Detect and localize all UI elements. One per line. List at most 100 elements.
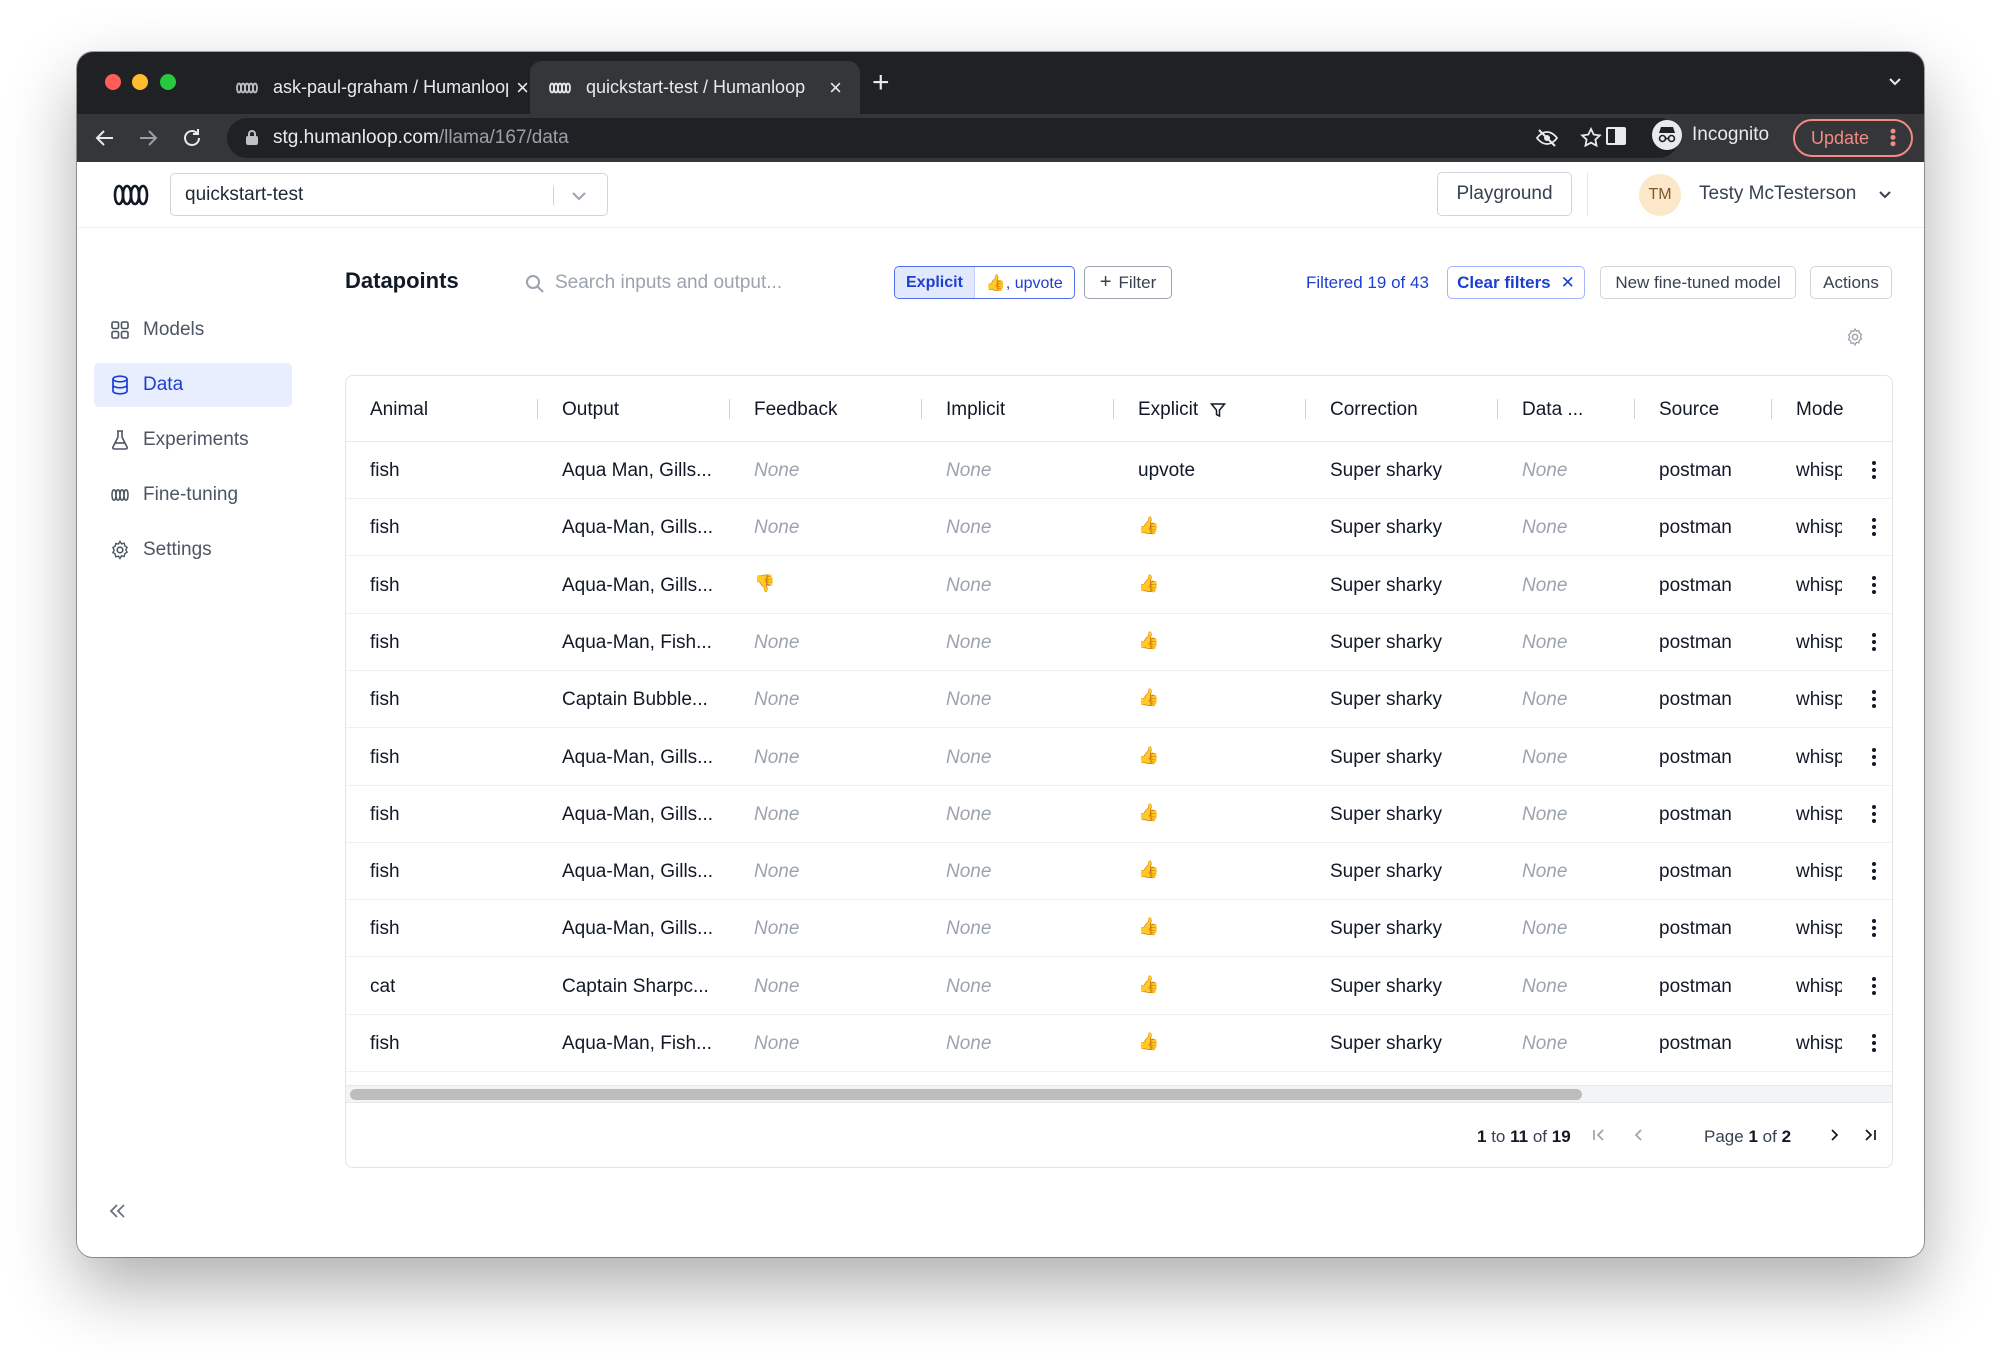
filter-funnel-icon[interactable]: [1210, 402, 1227, 418]
cell-animal: fish: [370, 574, 400, 596]
plus-icon: +: [1099, 271, 1112, 293]
previous-page-icon[interactable]: [1627, 1123, 1651, 1147]
chevron-down-icon[interactable]: [1877, 186, 1893, 207]
active-filter-chip[interactable]: Explicit 👍, upvote: [894, 266, 1075, 299]
add-filter-button[interactable]: + Filter: [1084, 266, 1172, 299]
column-resize-handle[interactable]: [1305, 399, 1306, 419]
close-tab-icon[interactable]: ×: [516, 76, 529, 99]
column-resize-handle[interactable]: [1634, 399, 1635, 419]
avatar[interactable]: TM: [1639, 174, 1681, 216]
address-bar[interactable]: stg.humanloop.com/llama/167/data: [227, 118, 1679, 158]
filter-chip-key: Explicit: [895, 267, 975, 298]
table-row[interactable]: fish Aqua-Man, Gills... None None 👍 Super sha…: [346, 729, 1892, 786]
collapse-sidebar-icon[interactable]: [105, 1199, 129, 1228]
sidebar-item-settings[interactable]: Settings: [94, 528, 292, 572]
cell-source: postman: [1659, 918, 1732, 940]
cell-implicit: None: [946, 574, 992, 596]
row-more-vertical-icon[interactable]: [1867, 916, 1881, 940]
first-page-icon[interactable]: [1587, 1123, 1611, 1147]
row-more-vertical-icon[interactable]: [1867, 745, 1881, 769]
back-arrow-icon[interactable]: [91, 124, 119, 152]
cell-explicit: 👍: [1138, 573, 1160, 593]
maximize-window-button[interactable]: [160, 74, 176, 90]
column-resize-handle[interactable]: [921, 399, 922, 419]
reload-icon[interactable]: [178, 124, 206, 152]
column-header-output[interactable]: Output: [562, 399, 619, 421]
close-icon: ✕: [1560, 272, 1575, 292]
column-header-animal[interactable]: Animal: [370, 399, 428, 421]
horizontal-scrollbar[interactable]: [346, 1085, 1892, 1103]
new-fine-tuned-model-button[interactable]: New fine-tuned model: [1600, 266, 1796, 299]
cell-animal: fish: [370, 803, 400, 825]
row-more-vertical-icon[interactable]: [1867, 1031, 1881, 1055]
humanloop-logo-icon[interactable]: [112, 179, 150, 216]
column-header-source[interactable]: Source: [1659, 399, 1719, 421]
playground-button[interactable]: Playground: [1437, 172, 1572, 216]
table-settings-gear-icon[interactable]: [1845, 327, 1865, 352]
column-header-data[interactable]: Data ...: [1522, 399, 1583, 421]
cell-output: Aqua-Man, Fish...: [562, 631, 712, 653]
last-page-icon[interactable]: [1858, 1123, 1882, 1147]
column-header-correction[interactable]: Correction: [1330, 399, 1418, 421]
table-row[interactable]: fish Aqua Man, Gills... None None upvote Supe…: [346, 442, 1892, 499]
cell-source: postman: [1659, 861, 1732, 883]
sidebar-item-experiments[interactable]: Experiments: [94, 418, 292, 462]
row-more-vertical-icon[interactable]: [1867, 802, 1881, 826]
sidebar-item-models[interactable]: Models: [94, 308, 292, 352]
cell-data: None: [1522, 689, 1568, 711]
scrollbar-thumb[interactable]: [350, 1089, 1582, 1100]
clear-filters-button[interactable]: Clear filters ✕: [1447, 266, 1585, 299]
chevron-down-icon[interactable]: [569, 186, 589, 211]
column-header-feedback[interactable]: Feedback: [754, 399, 837, 421]
row-more-vertical-icon[interactable]: [1867, 515, 1881, 539]
tab-search-chevron-icon[interactable]: [1886, 72, 1904, 95]
close-window-button[interactable]: [105, 74, 121, 90]
table-row[interactable]: fish Aqua-Man, Gills... None None 👍 Super sha…: [346, 900, 1892, 958]
column-header-explicit[interactable]: Explicit: [1138, 399, 1227, 421]
minimize-window-button[interactable]: [132, 74, 148, 90]
row-more-vertical-icon[interactable]: [1867, 687, 1881, 711]
browser-tab-ask-paul-graham[interactable]: ask-paul-graham / Humanloop ×: [217, 61, 547, 114]
column-resize-handle[interactable]: [1113, 399, 1114, 419]
next-page-icon[interactable]: [1822, 1123, 1846, 1147]
update-button[interactable]: Update •••: [1793, 119, 1913, 157]
browser-tab-quickstart-test[interactable]: quickstart-test / Humanloop ×: [530, 61, 860, 114]
actions-button[interactable]: Actions: [1810, 266, 1892, 299]
new-tab-icon[interactable]: +: [872, 68, 890, 98]
sidebar-item-data[interactable]: Data: [94, 363, 292, 407]
close-tab-icon[interactable]: ×: [829, 76, 842, 99]
clear-filters-label: Clear filters: [1457, 272, 1551, 292]
cell-correction: Super sharky: [1330, 1033, 1442, 1054]
eye-off-icon[interactable]: [1535, 126, 1559, 155]
table-row[interactable]: fish Aqua-Man, Gills... None None 👍 Super sha…: [346, 786, 1892, 843]
sidebar-item-fine-tuning[interactable]: Fine-tuning: [94, 473, 292, 517]
forward-arrow-icon[interactable]: [134, 124, 162, 152]
table-row[interactable]: fish Aqua-Man, Gills... None None 👍 Super sha…: [346, 843, 1892, 901]
column-header-implicit[interactable]: Implicit: [946, 399, 1005, 421]
table-row[interactable]: fish Aqua-Man, Fish... None None 👍 Super shar…: [346, 614, 1892, 671]
row-more-vertical-icon[interactable]: [1867, 974, 1881, 998]
column-resize-handle[interactable]: [1771, 399, 1772, 419]
table-row[interactable]: fish Aqua-Man, Gills... None None 👍 Super sha…: [346, 499, 1892, 557]
table-row[interactable]: fish Captain Bubble... None None 👍 Super shar…: [346, 671, 1892, 729]
bookmark-star-icon[interactable]: [1579, 126, 1603, 155]
search-input[interactable]: [555, 265, 825, 301]
table-row[interactable]: fish Aqua-Man, Fish... None None 👍 Super shar…: [346, 1015, 1892, 1072]
project-select[interactable]: quickstart-test: [170, 173, 608, 216]
column-resize-handle[interactable]: [729, 399, 730, 419]
column-resize-handle[interactable]: [537, 399, 538, 419]
table-row[interactable]: fish Aqua-Man, Gills... 👎 None 👍 Super sharky…: [346, 557, 1892, 614]
row-more-vertical-icon[interactable]: [1867, 458, 1881, 482]
row-more-vertical-icon[interactable]: [1867, 630, 1881, 654]
side-panel-icon[interactable]: [1604, 124, 1628, 153]
row-more-vertical-icon[interactable]: [1867, 573, 1881, 597]
column-resize-handle[interactable]: [1497, 399, 1498, 419]
table-row[interactable]: cat Captain Sharpc... None None 👍 Super shark…: [346, 958, 1892, 1015]
row-more-vertical-icon[interactable]: [1867, 859, 1881, 883]
cell-output: Aqua-Man, Gills...: [562, 918, 713, 940]
incognito-profile[interactable]: Incognito: [1652, 120, 1769, 150]
column-header-model[interactable]: Mode: [1796, 399, 1843, 421]
cell-implicit: None: [946, 1033, 992, 1054]
cell-feedback: None: [754, 460, 800, 481]
user-name[interactable]: Testy McTesterson: [1699, 183, 1856, 205]
